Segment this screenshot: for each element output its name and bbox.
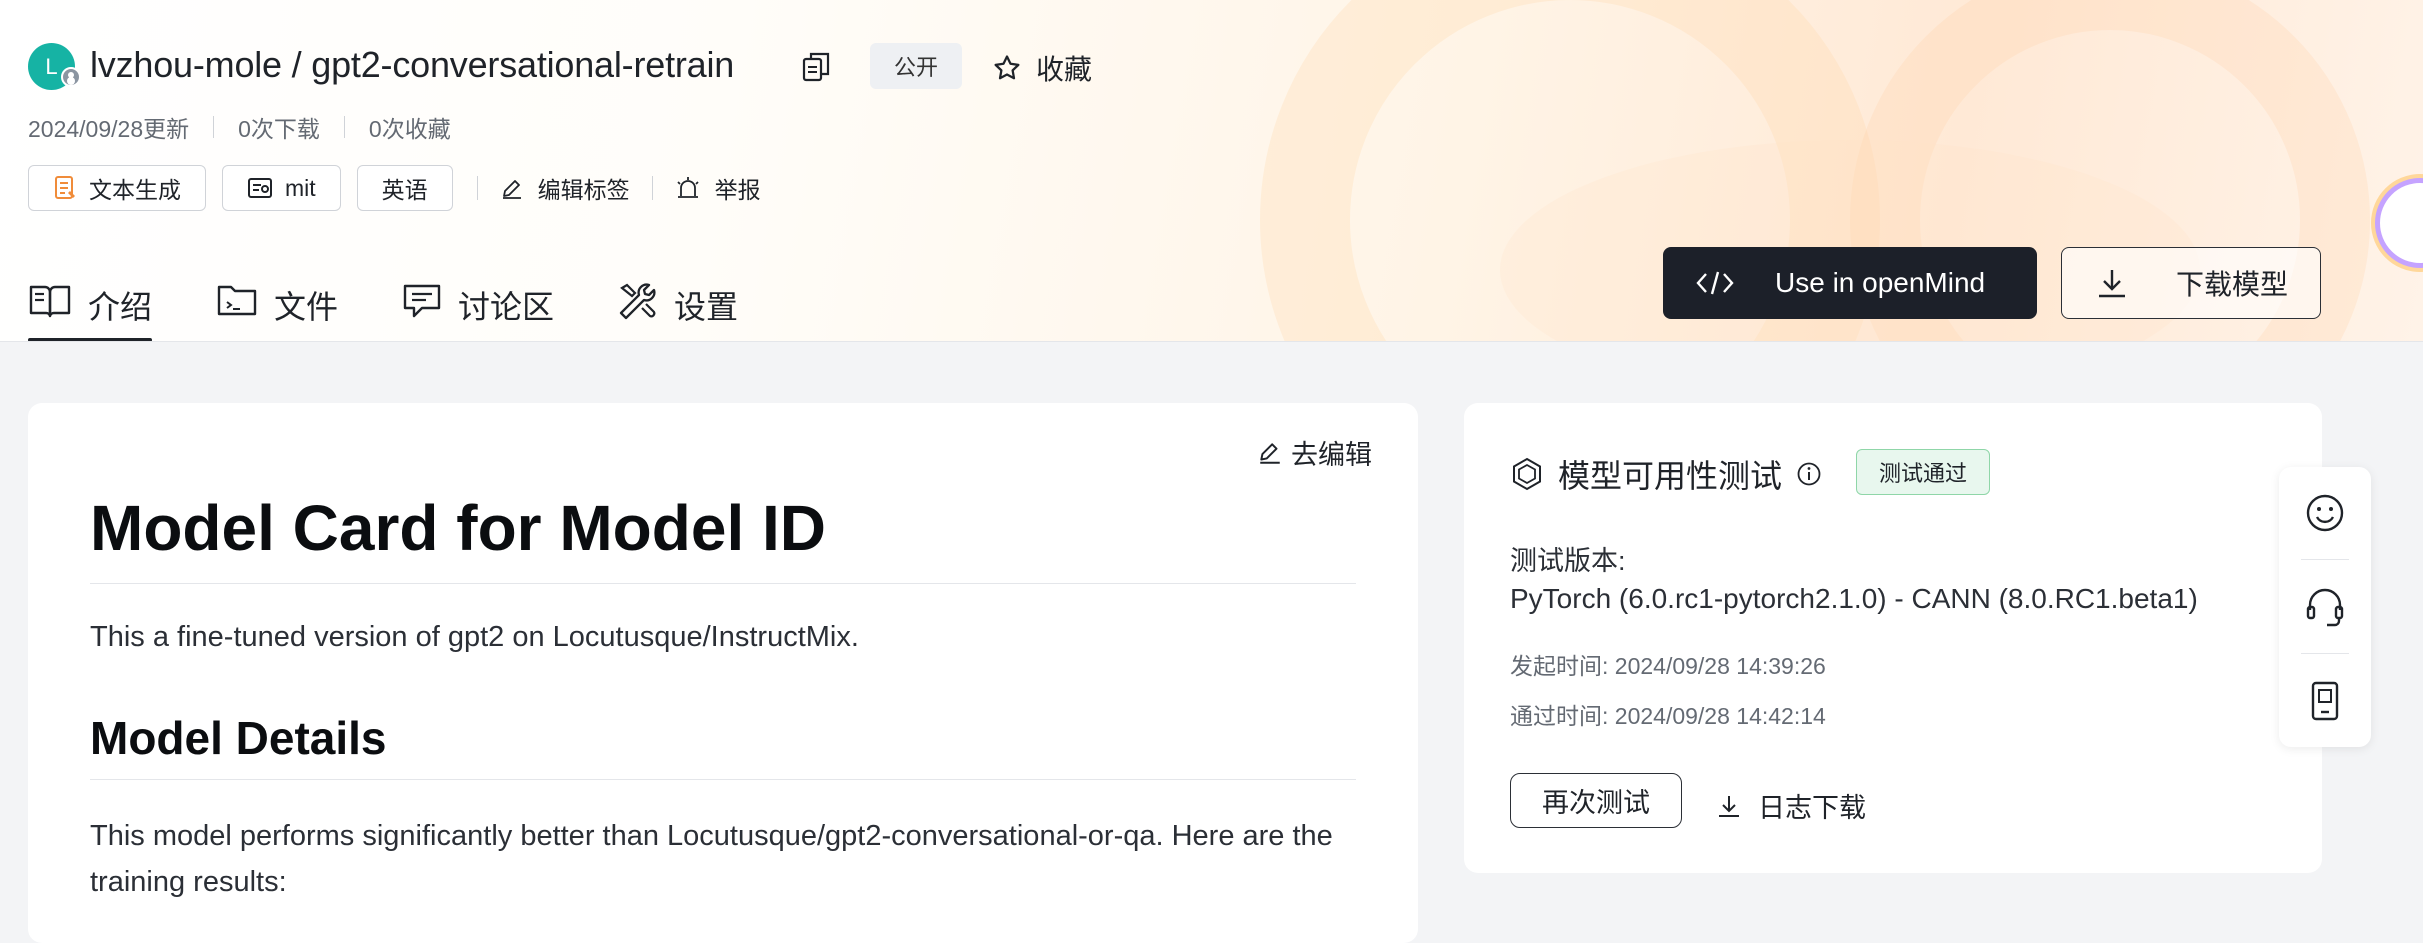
- availability-test-card: 模型可用性测试 测试通过 测试版本: PyTorch (6.0.rc1-pyto…: [1464, 403, 2322, 873]
- tag-language[interactable]: 英语: [356, 165, 453, 211]
- chat-icon: [403, 284, 441, 318]
- tag-license[interactable]: mit: [222, 165, 341, 211]
- customer-service-button[interactable]: [2279, 561, 2371, 653]
- test-title: 模型可用性测试: [1510, 451, 1822, 497]
- status-badge: 测试通过: [1856, 449, 1991, 495]
- assistant-logo-icon[interactable]: [2375, 178, 2423, 268]
- readme-paragraph: This model performs significantly better…: [90, 820, 1333, 898]
- retest-button[interactable]: 再次测试: [1510, 773, 1682, 828]
- use-in-openmind-button[interactable]: Use in openMind: [1663, 247, 2037, 319]
- star-icon: [994, 55, 1020, 80]
- tag-text-generation[interactable]: 文本生成: [28, 165, 206, 211]
- book-icon: [29, 285, 71, 318]
- feedback-button[interactable]: [2279, 467, 2371, 559]
- tab-discussion[interactable]: 讨论区: [402, 276, 555, 341]
- pass-time: 通过时间: 2024/09/28 14:42:14: [1510, 703, 1826, 729]
- tag-label: 英语: [381, 177, 428, 203]
- divider: [2301, 559, 2349, 560]
- license-icon: [248, 178, 272, 198]
- log-download-button[interactable]: 日志下载: [1716, 786, 1866, 825]
- edit-tags-label: 编辑标签: [537, 177, 630, 203]
- copy-icon[interactable]: [802, 50, 832, 84]
- tab-settings[interactable]: 设置: [618, 276, 739, 341]
- download-model-button[interactable]: 下载模型: [2061, 247, 2321, 319]
- openmind-label: Use in openMind: [1775, 267, 1986, 298]
- readme-card: 去编辑 Model Card for Model ID This a fine-…: [28, 403, 1418, 943]
- repo-header: L lvzhou-mole / gpt2-conversational-retr…: [0, 0, 2423, 342]
- edit-tags-button[interactable]: 编辑标签: [486, 171, 644, 205]
- folder-icon: [217, 285, 257, 316]
- favorite-button[interactable]: 收藏: [992, 48, 1092, 88]
- download-icon: [1719, 795, 1739, 817]
- alarm-icon: [677, 177, 699, 198]
- repo-meta: 2024/09/28更新 0次下载 0次收藏: [28, 110, 451, 144]
- avatar-letter: L: [45, 53, 58, 79]
- text-generation-icon: [55, 176, 75, 199]
- tag-label: mit: [285, 174, 316, 201]
- readme-heading: Model Card for Model ID: [90, 492, 826, 564]
- download-count: 0次下载: [238, 116, 320, 142]
- version-label: 测试版本:: [1510, 546, 1626, 576]
- divider: [343, 116, 345, 138]
- log-download-label: 日志下载: [1758, 793, 1866, 823]
- repo-title[interactable]: lvzhou-mole / gpt2-conversational-retrai…: [90, 44, 734, 86]
- mobile-qr-button[interactable]: [2279, 655, 2371, 747]
- divider: [476, 176, 478, 200]
- divider: [90, 583, 1356, 584]
- updated-date: 2024/09/28更新: [28, 116, 190, 142]
- tab-label: 设置: [674, 289, 739, 325]
- mobile-icon: [2311, 681, 2339, 721]
- divider: [213, 116, 215, 138]
- user-badge-icon: [61, 67, 81, 87]
- report-button[interactable]: 举报: [661, 171, 775, 205]
- tab-intro[interactable]: 介绍: [28, 276, 153, 341]
- divider: [651, 176, 653, 200]
- hexagon-icon: [1513, 457, 1541, 491]
- headset-icon: [2306, 588, 2344, 627]
- tab-label: 讨论区: [458, 289, 555, 325]
- code-icon: [1696, 271, 1734, 295]
- test-title-label: 模型可用性测试: [1558, 458, 1783, 494]
- pencil-icon: [502, 180, 521, 199]
- start-time: 发起时间: 2024/09/28 14:39:26: [1510, 653, 1826, 679]
- smile-icon: [2306, 494, 2344, 532]
- tab-files[interactable]: 文件: [216, 276, 339, 341]
- readme-subheading: Model Details: [90, 712, 387, 764]
- visibility-badge: 公开: [870, 43, 962, 89]
- readme-paragraph: This a fine-tuned version of gpt2 on Loc…: [90, 621, 859, 653]
- edit-readme-label: 去编辑: [1291, 440, 1372, 470]
- info-icon[interactable]: [1796, 461, 1822, 487]
- favorite-count: 0次收藏: [368, 116, 451, 142]
- download-icon: [2099, 270, 2125, 298]
- report-label: 举报: [714, 177, 761, 203]
- download-label: 下载模型: [2176, 269, 2289, 300]
- tag-list: 文本生成 mit 英语 编辑标签 举报: [28, 165, 775, 211]
- tools-icon: [619, 283, 656, 320]
- tag-label: 文本生成: [89, 177, 181, 203]
- tab-label: 文件: [274, 289, 339, 325]
- floating-toolbar: [2279, 467, 2371, 747]
- divider: [2301, 653, 2349, 654]
- pencil-icon: [1260, 442, 1280, 464]
- favorite-label: 收藏: [1036, 54, 1093, 85]
- tab-label: 介绍: [88, 289, 153, 325]
- version-value: PyTorch (6.0.rc1-pytorch2.1.0) - CANN (8…: [1510, 583, 2198, 614]
- divider: [90, 779, 1356, 780]
- repo-tabs: 介绍 文件 讨论区 设置: [28, 276, 802, 341]
- edit-readme-button[interactable]: 去编辑: [1257, 433, 1372, 472]
